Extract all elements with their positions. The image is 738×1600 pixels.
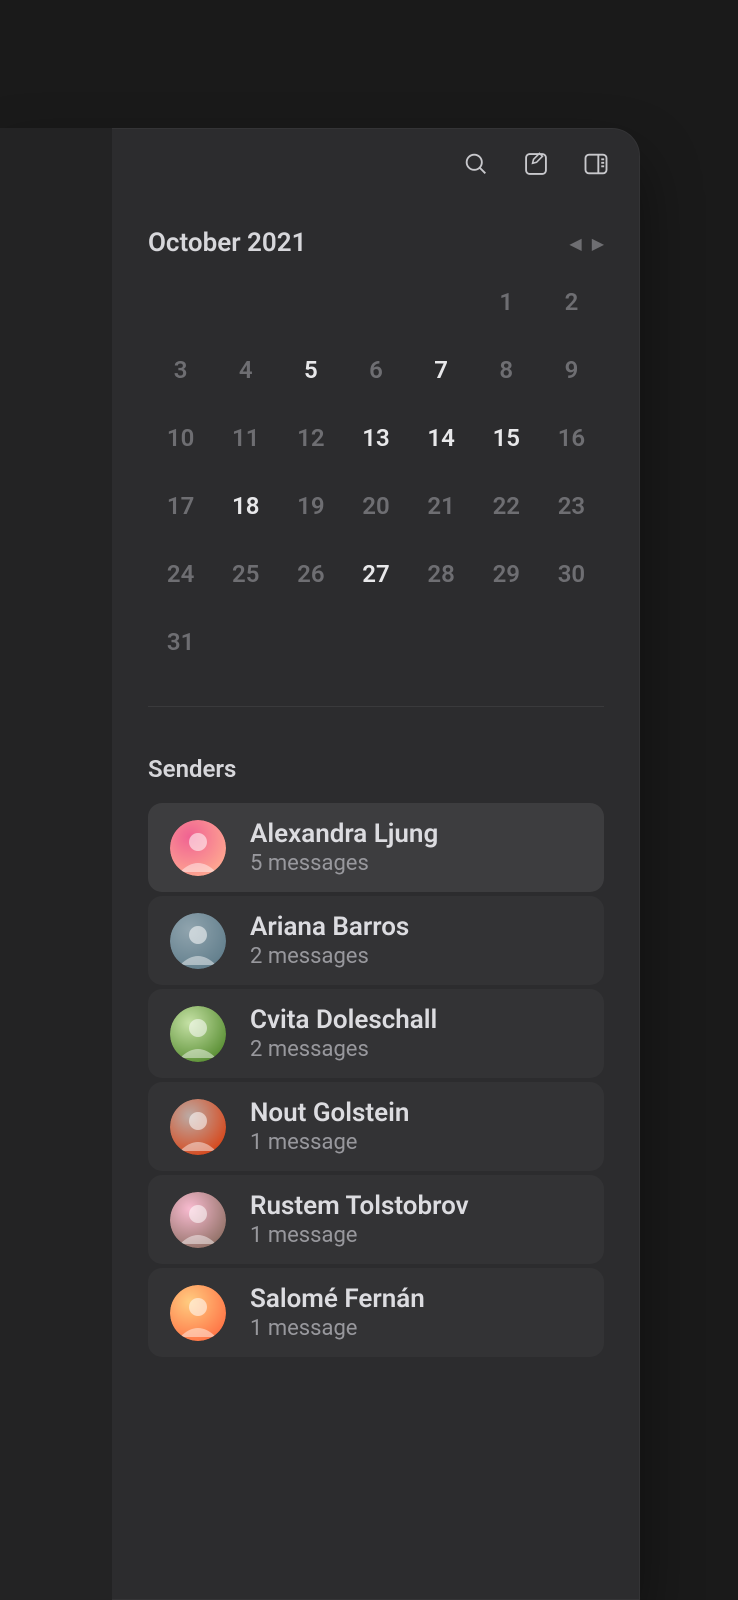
calendar-day[interactable]: 16 — [539, 418, 604, 458]
calendar-day[interactable]: 3 — [148, 350, 213, 390]
divider — [148, 706, 604, 707]
calendar-nav: ◀ ▶ — [569, 234, 604, 253]
sender-item[interactable]: Salomé Fernán1 message — [148, 1268, 604, 1357]
sidebar-strip — [0, 128, 112, 1600]
calendar-day[interactable]: 20 — [343, 486, 408, 526]
calendar-day — [213, 282, 278, 322]
calendar-day[interactable]: 11 — [213, 418, 278, 458]
calendar-day[interactable]: 9 — [539, 350, 604, 390]
sender-item[interactable]: Alexandra Ljung5 messages — [148, 803, 604, 892]
avatar — [170, 913, 226, 969]
calendar-day[interactable]: 29 — [474, 554, 539, 594]
sender-item[interactable]: Cvita Doleschall2 messages — [148, 989, 604, 1078]
senders-title: Senders — [148, 755, 604, 783]
toolbar — [112, 128, 640, 200]
calendar-day[interactable]: 23 — [539, 486, 604, 526]
sender-count: 1 message — [250, 1130, 409, 1155]
inspector-panel: October 2021 ◀ ▶ 12345678910111213141516… — [112, 128, 640, 1600]
avatar — [170, 1006, 226, 1062]
calendar-grid: 1234567891011121314151617181920212223242… — [148, 282, 604, 662]
calendar-day[interactable]: 25 — [213, 554, 278, 594]
calendar-day — [343, 282, 408, 322]
calendar-day[interactable]: 5 — [278, 350, 343, 390]
calendar-day[interactable]: 24 — [148, 554, 213, 594]
calendar-day[interactable]: 12 — [278, 418, 343, 458]
sender-item[interactable]: Rustem Tolstobrov1 message — [148, 1175, 604, 1264]
calendar-day[interactable]: 2 — [539, 282, 604, 322]
calendar-day — [409, 282, 474, 322]
calendar-day[interactable]: 21 — [409, 486, 474, 526]
sender-count: 5 messages — [250, 851, 438, 876]
calendar-day[interactable]: 19 — [278, 486, 343, 526]
sender-count: 1 message — [250, 1316, 425, 1341]
calendar-day[interactable]: 18 — [213, 486, 278, 526]
sender-list: Alexandra Ljung5 messagesAriana Barros2 … — [148, 803, 604, 1357]
calendar-day[interactable]: 17 — [148, 486, 213, 526]
avatar — [170, 820, 226, 876]
sender-item[interactable]: Ariana Barros2 messages — [148, 896, 604, 985]
panel-toggle-icon[interactable] — [580, 148, 612, 180]
inspector-window: October 2021 ◀ ▶ 12345678910111213141516… — [0, 128, 640, 1600]
calendar-day[interactable]: 8 — [474, 350, 539, 390]
calendar-title: October 2021 — [148, 228, 306, 258]
sender-name: Ariana Barros — [250, 912, 409, 942]
calendar-day[interactable]: 28 — [409, 554, 474, 594]
calendar-day — [148, 282, 213, 322]
compose-icon[interactable] — [520, 148, 552, 180]
calendar-day[interactable]: 7 — [409, 350, 474, 390]
sender-count: 2 messages — [250, 1037, 437, 1062]
search-icon[interactable] — [460, 148, 492, 180]
calendar-day[interactable]: 13 — [343, 418, 408, 458]
calendar-day[interactable]: 26 — [278, 554, 343, 594]
calendar-day[interactable]: 1 — [474, 282, 539, 322]
sender-name: Salomé Fernán — [250, 1284, 425, 1314]
sender-name: Nout Golstein — [250, 1098, 409, 1128]
sender-name: Cvita Doleschall — [250, 1005, 437, 1035]
calendar-day[interactable]: 31 — [148, 622, 213, 662]
calendar-day[interactable]: 4 — [213, 350, 278, 390]
calendar-day[interactable]: 15 — [474, 418, 539, 458]
sender-name: Rustem Tolstobrov — [250, 1191, 469, 1221]
sender-item[interactable]: Nout Golstein1 message — [148, 1082, 604, 1171]
sender-count: 2 messages — [250, 944, 409, 969]
next-month-icon[interactable]: ▶ — [592, 234, 604, 253]
avatar — [170, 1099, 226, 1155]
sender-count: 1 message — [250, 1223, 469, 1248]
calendar-day[interactable]: 6 — [343, 350, 408, 390]
calendar-day[interactable]: 22 — [474, 486, 539, 526]
calendar-day[interactable]: 30 — [539, 554, 604, 594]
avatar — [170, 1285, 226, 1341]
sender-name: Alexandra Ljung — [250, 819, 438, 849]
avatar — [170, 1192, 226, 1248]
calendar-day[interactable]: 10 — [148, 418, 213, 458]
calendar-day — [278, 282, 343, 322]
calendar-day[interactable]: 14 — [409, 418, 474, 458]
calendar-day[interactable]: 27 — [343, 554, 408, 594]
prev-month-icon[interactable]: ◀ — [569, 234, 581, 253]
